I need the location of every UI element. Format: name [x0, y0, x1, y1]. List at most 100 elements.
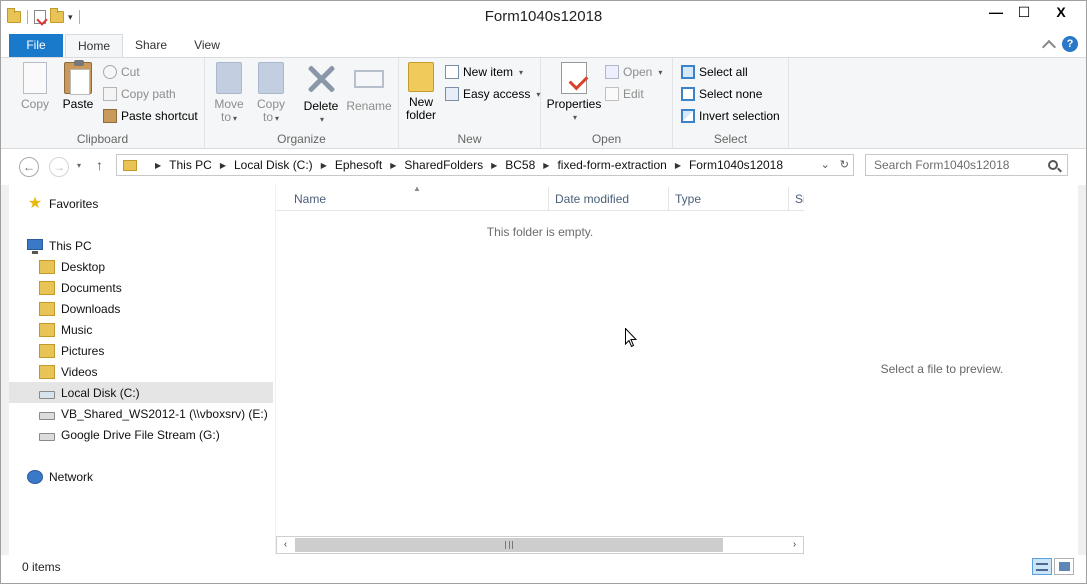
column-header-name[interactable]: Name	[288, 187, 549, 211]
new-item-button[interactable]: New item ▾	[445, 62, 523, 82]
paste-button[interactable]: Paste	[59, 60, 97, 111]
search-input[interactable]	[874, 158, 1044, 172]
breadcrumb-sharedfolders[interactable]: SharedFolders	[404, 158, 483, 172]
forward-button[interactable]: →	[49, 157, 69, 177]
large-icons-view-button[interactable]	[1054, 558, 1074, 575]
preview-pane: Select a file to preview.	[804, 185, 1078, 555]
ribbon: Copy Paste Cut Copy path Paste shortcut …	[1, 57, 1086, 149]
breadcrumb-arrow-icon[interactable]: ▶	[491, 161, 497, 170]
breadcrumb-arrow-icon[interactable]: ▶	[675, 161, 681, 170]
new-folder-icon	[408, 62, 434, 92]
delete-button[interactable]: Delete ▾	[299, 62, 343, 126]
nav-music[interactable]: Music	[9, 319, 273, 340]
column-header-type[interactable]: Type	[669, 187, 789, 211]
nav-vb-shared[interactable]: VB_Shared_WS2012-1 (\\vboxsrv) (E:)	[9, 403, 273, 424]
select-all-label: Select all	[699, 65, 748, 79]
documents-folder-icon	[39, 280, 55, 295]
search-icon[interactable]	[1048, 160, 1058, 170]
nav-downloads[interactable]: Downloads	[9, 298, 273, 319]
properties-label: Properties	[546, 97, 602, 111]
scroll-left-button[interactable]: ‹	[277, 537, 294, 553]
dropdown-arrow-icon: ▾	[519, 67, 524, 77]
up-button[interactable]: ↑	[96, 157, 103, 173]
address-dropdown-icon[interactable]: ⌄	[821, 158, 830, 171]
search-box[interactable]	[865, 154, 1068, 176]
preview-message: Select a file to preview.	[880, 362, 1004, 376]
nav-videos[interactable]: Videos	[9, 361, 273, 382]
nav-documents[interactable]: Documents	[9, 277, 273, 298]
select-none-icon	[681, 87, 695, 101]
properties-button[interactable]: Properties ▾	[545, 62, 603, 124]
breadcrumb: ▶ This PC ▶ Local Disk (C:) ▶ Ephesoft ▶…	[147, 158, 783, 172]
copy-to-button[interactable]: Copy to ▾	[253, 62, 289, 125]
invert-selection-button[interactable]: Invert selection	[681, 106, 780, 126]
back-button[interactable]: ←	[19, 157, 39, 177]
maximize-button[interactable]: ☐	[1010, 1, 1038, 23]
select-all-icon	[681, 65, 695, 79]
address-bar[interactable]: ▶ This PC ▶ Local Disk (C:) ▶ Ephesoft ▶…	[116, 154, 854, 176]
select-group-label: Select	[713, 132, 748, 146]
file-list[interactable]: ▲ Name Date modified Type Si This folder…	[276, 184, 804, 555]
star-icon: ★	[27, 194, 43, 212]
open-button[interactable]: Open ▾	[605, 62, 662, 82]
item-count: 0 items	[22, 560, 61, 574]
tab-view[interactable]: View	[181, 34, 233, 57]
copy-button[interactable]: Copy	[17, 62, 53, 111]
breadcrumb-form1040s12018[interactable]: Form1040s12018	[689, 158, 783, 172]
horizontal-scrollbar[interactable]: ‹ ›	[276, 536, 804, 554]
nav-this-pc[interactable]: This PC	[9, 235, 273, 256]
column-header-date-modified[interactable]: Date modified	[549, 187, 669, 211]
cut-button[interactable]: Cut	[103, 62, 140, 82]
nav-local-disk[interactable]: Local Disk (C:)	[9, 382, 273, 403]
close-button[interactable]: X	[1038, 1, 1084, 23]
breadcrumb-arrow-icon[interactable]: ▶	[543, 161, 549, 170]
copy-path-icon	[103, 87, 117, 101]
edit-button[interactable]: Edit	[605, 84, 644, 104]
breadcrumb-arrow-icon[interactable]: ▶	[155, 161, 161, 170]
new-item-icon	[445, 65, 459, 79]
breadcrumb-bc58[interactable]: BC58	[505, 158, 535, 172]
rename-button[interactable]: Rename	[345, 62, 393, 113]
nav-network[interactable]: Network	[9, 466, 273, 487]
large-icons-view-icon	[1059, 562, 1070, 571]
scroll-right-button[interactable]: ›	[786, 537, 803, 553]
new-folder-button[interactable]: New folder	[403, 62, 439, 122]
minimize-ribbon-icon[interactable]	[1041, 39, 1057, 54]
select-group: Select all Select none Invert selection …	[673, 58, 789, 149]
easy-access-button[interactable]: Easy access ▾	[445, 84, 540, 104]
nav-google-drive[interactable]: Google Drive File Stream (G:)	[9, 424, 273, 445]
details-view-button[interactable]	[1032, 558, 1052, 575]
minimize-button[interactable]: —	[982, 1, 1010, 23]
paste-shortcut-icon	[103, 109, 117, 123]
breadcrumb-arrow-icon[interactable]: ▶	[321, 161, 327, 170]
nav-this-pc-label: This PC	[49, 238, 92, 253]
nav-pictures[interactable]: Pictures	[9, 340, 273, 361]
move-to-button[interactable]: Move to ▾	[211, 62, 247, 125]
nav-videos-label: Videos	[61, 364, 98, 379]
breadcrumb-arrow-icon[interactable]: ▶	[390, 161, 396, 170]
breadcrumb-ephesoft[interactable]: Ephesoft	[335, 158, 382, 172]
breadcrumb-arrow-icon[interactable]: ▶	[220, 161, 226, 170]
copy-to-label-2: to	[262, 110, 273, 124]
new-group: New folder New item ▾ Easy access ▾ New	[399, 58, 541, 149]
scrollbar-thumb[interactable]	[295, 538, 723, 552]
select-none-button[interactable]: Select none	[681, 84, 762, 104]
drive-icon	[39, 432, 55, 441]
tab-file[interactable]: File	[9, 34, 63, 57]
copy-path-button[interactable]: Copy path	[103, 84, 176, 104]
nav-desktop[interactable]: Desktop	[9, 256, 273, 277]
nav-favorites[interactable]: ★ Favorites	[9, 193, 273, 214]
select-all-button[interactable]: Select all	[681, 62, 748, 82]
breadcrumb-fixed-form-extraction[interactable]: fixed-form-extraction	[557, 158, 666, 172]
help-icon[interactable]: ?	[1062, 36, 1078, 52]
paste-shortcut-button[interactable]: Paste shortcut	[103, 106, 198, 126]
breadcrumb-this-pc[interactable]: This PC	[169, 158, 212, 172]
dropdown-arrow-icon: ▾	[233, 114, 238, 123]
refresh-icon[interactable]: ↻	[840, 158, 849, 171]
tab-share[interactable]: Share	[127, 34, 175, 57]
tab-home[interactable]: Home	[65, 34, 123, 58]
column-header-size[interactable]: Si	[789, 187, 804, 211]
breadcrumb-local-disk[interactable]: Local Disk (C:)	[234, 158, 313, 172]
navigation-pane: ★ Favorites This PC Desktop Documents Do…	[9, 185, 275, 555]
recent-locations-icon[interactable]: ▾	[77, 161, 81, 170]
